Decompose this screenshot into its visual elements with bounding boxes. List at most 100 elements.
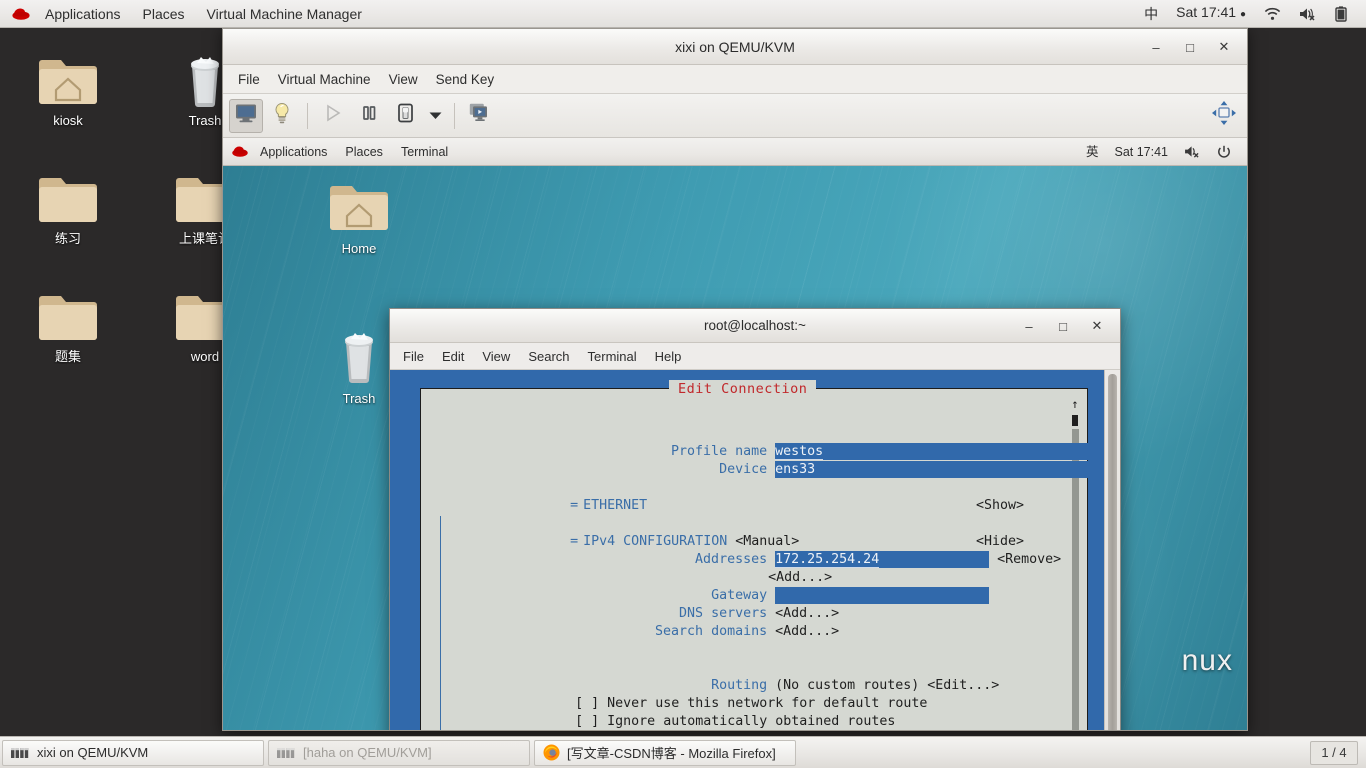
maximize-button[interactable]: □	[1046, 310, 1080, 342]
host-menu-applications[interactable]: Applications	[34, 0, 132, 28]
close-button[interactable]: ✕	[1207, 30, 1241, 64]
toolbar-separator	[307, 102, 308, 129]
snapshots-button[interactable]	[463, 99, 497, 133]
minimize-button[interactable]: –	[1139, 30, 1173, 64]
row-search-domains: Search domains <Add...>	[421, 605, 1087, 639]
close-button[interactable]: ✕	[1080, 310, 1114, 342]
vm-menu-virtual-machine[interactable]: Virtual Machine	[269, 65, 380, 94]
terminal-menu-view[interactable]: View	[473, 343, 519, 370]
monitor-icon	[235, 103, 257, 128]
desktop-icon-tiji[interactable]: 题集	[18, 286, 118, 364]
desktop-icon-lianxi[interactable]: 练习	[18, 168, 118, 246]
guest-desktop-icon-label: Home	[341, 241, 377, 256]
toolbar-right-group	[1207, 99, 1241, 133]
row-device: Device ens33	[421, 443, 1104, 478]
resize-arrows-icon	[1211, 100, 1237, 131]
taskbar-item-xixi[interactable]: xixi on QEMU/KVM	[2, 739, 264, 766]
row-addresses: Addresses 172.25.254.24 <Remove>	[421, 533, 1087, 568]
row-ipv4-configuration[interactable]: = IPv4 CONFIGURATION <Manual> <Hide>	[421, 515, 1087, 549]
guest-top-panel: Applications Places Terminal 英 Sat 17:41	[223, 138, 1247, 166]
terminal-menubar: File Edit View Search Terminal Help	[390, 343, 1120, 370]
volume-muted-icon[interactable]	[1290, 7, 1326, 21]
battery-icon[interactable]	[1326, 5, 1356, 22]
terminal-scrollbar[interactable]	[1104, 370, 1120, 730]
row-routing: Routing (No custom routes) <Edit...>	[421, 659, 1087, 693]
terminal-body[interactable]: Edit Connection ↑ ↓	[390, 370, 1120, 730]
vm-menu-file[interactable]: File	[229, 65, 269, 94]
terminal-menu-help[interactable]: Help	[646, 343, 691, 370]
terminal-menu-terminal[interactable]: Terminal	[579, 343, 646, 370]
terminal-window-title: root@localhost:~	[704, 318, 806, 333]
folder-icon	[18, 168, 118, 228]
taskbar-item-haha[interactable]: [haha on QEMU/KVM]	[268, 739, 530, 766]
console-view-button[interactable]	[229, 98, 263, 133]
terminal-menu-file[interactable]: File	[394, 343, 433, 370]
vm-menubar: File Virtual Machine View Send Key	[223, 65, 1247, 94]
vm-menu-view[interactable]: View	[380, 65, 427, 94]
row-checkbox-ignore-dns[interactable]: [ ] Ignore automatically obtained DNS pa…	[421, 713, 1087, 730]
chevron-down-icon	[429, 107, 442, 125]
guest-menu-places[interactable]: Places	[336, 138, 392, 166]
guest-menu-applications[interactable]: Applications	[251, 138, 336, 166]
taskbar-item-firefox[interactable]: [写文章-CSDN博客 - Mozilla Firefox]	[534, 739, 796, 766]
vm-titlebar[interactable]: xixi on QEMU/KVM – □ ✕	[223, 29, 1247, 65]
terminal-scrollbar-thumb[interactable]	[1108, 374, 1117, 730]
workspace-indicator[interactable]: 1 / 4	[1310, 740, 1358, 765]
host-menu-places[interactable]: Places	[132, 0, 196, 28]
taskbar-item-label: [写文章-CSDN博客 - Mozilla Firefox]	[567, 746, 776, 761]
host-taskbar: xixi on QEMU/KVM [haha on QEMU/KVM] [写文章…	[0, 736, 1366, 768]
guest-clock[interactable]: Sat 17:41	[1106, 138, 1176, 166]
guest-desktop-icon-home[interactable]: Home	[311, 176, 407, 256]
lightbulb-icon	[273, 102, 291, 129]
host-top-panel: Applications Places Virtual Machine Mana…	[0, 0, 1366, 28]
nmtui-screen[interactable]: Edit Connection ↑ ↓	[390, 370, 1104, 730]
taskbar-item-label: xixi on QEMU/KVM	[37, 745, 149, 760]
dialog-rows: Profile name westos Device ens33 = ETHERN…	[421, 409, 1104, 730]
volume-muted-icon[interactable]	[1176, 145, 1209, 158]
row-addresses-add: <Add...>	[421, 551, 1087, 585]
terminal-titlebar[interactable]: root@localhost:~ – □ ✕	[390, 309, 1120, 343]
desktop-icon-kiosk[interactable]: kiosk	[18, 50, 118, 128]
terminal-menu-edit[interactable]: Edit	[433, 343, 473, 370]
clock-dot: ●	[1239, 9, 1246, 20]
pause-button[interactable]	[352, 99, 386, 133]
maximize-button[interactable]: □	[1173, 30, 1207, 64]
desktop-icon-label: kiosk	[53, 114, 83, 128]
redhat-logo-icon	[229, 144, 251, 159]
fullscreen-button[interactable]	[1207, 99, 1241, 133]
home-folder-icon	[311, 176, 407, 238]
taskbar-item-label: [haha on QEMU/KVM]	[303, 745, 432, 760]
vm-window-title: xixi on QEMU/KVM	[675, 38, 795, 55]
row-ethernet-section[interactable]: = ETHERNET <Show>	[421, 479, 1087, 513]
shutdown-button[interactable]	[388, 99, 422, 133]
clock[interactable]: Sat 17:41 ●	[1167, 0, 1255, 29]
guest-console[interactable]: Applications Places Terminal 英 Sat 17:41	[223, 138, 1247, 730]
redhat-logo-icon	[8, 0, 34, 28]
edit-connection-dialog: Edit Connection ↑ ↓	[420, 380, 1104, 730]
row-gateway: Gateway	[421, 569, 1087, 604]
details-view-button[interactable]	[265, 99, 299, 133]
row-checkbox-never-default-route[interactable]: [ ] Never use this network for default r…	[421, 677, 1087, 711]
snapshots-icon	[469, 103, 491, 128]
terminal-menu-search[interactable]: Search	[519, 343, 578, 370]
minimize-button[interactable]: –	[1012, 310, 1046, 342]
toolbar-separator	[454, 102, 455, 129]
folder-icon	[18, 286, 118, 346]
row-checkbox-ignore-routes[interactable]: [ ] Ignore automatically obtained routes	[421, 695, 1087, 729]
firefox-icon	[543, 744, 560, 761]
guest-input-method-indicator[interactable]: 英	[1078, 138, 1107, 166]
host-menu-virtual-machine-manager[interactable]: Virtual Machine Manager	[196, 0, 373, 28]
vm-menu-send-key[interactable]: Send Key	[427, 65, 504, 94]
play-icon	[324, 104, 342, 127]
desktop-icon-label: 题集	[54, 350, 81, 364]
guest-menu-terminal[interactable]: Terminal	[392, 138, 457, 166]
input-method-indicator[interactable]: 中	[1135, 0, 1167, 28]
row-profile-name: Profile name westos	[421, 425, 1104, 460]
vm-toolbar	[223, 94, 1247, 138]
row-dns-servers: DNS servers <Add...>	[421, 587, 1087, 621]
power-icon[interactable]	[1209, 145, 1239, 159]
wifi-icon[interactable]	[1255, 7, 1290, 21]
shutdown-menu-button[interactable]	[424, 99, 446, 133]
power-switch-icon	[397, 103, 414, 128]
run-button[interactable]	[316, 99, 350, 133]
